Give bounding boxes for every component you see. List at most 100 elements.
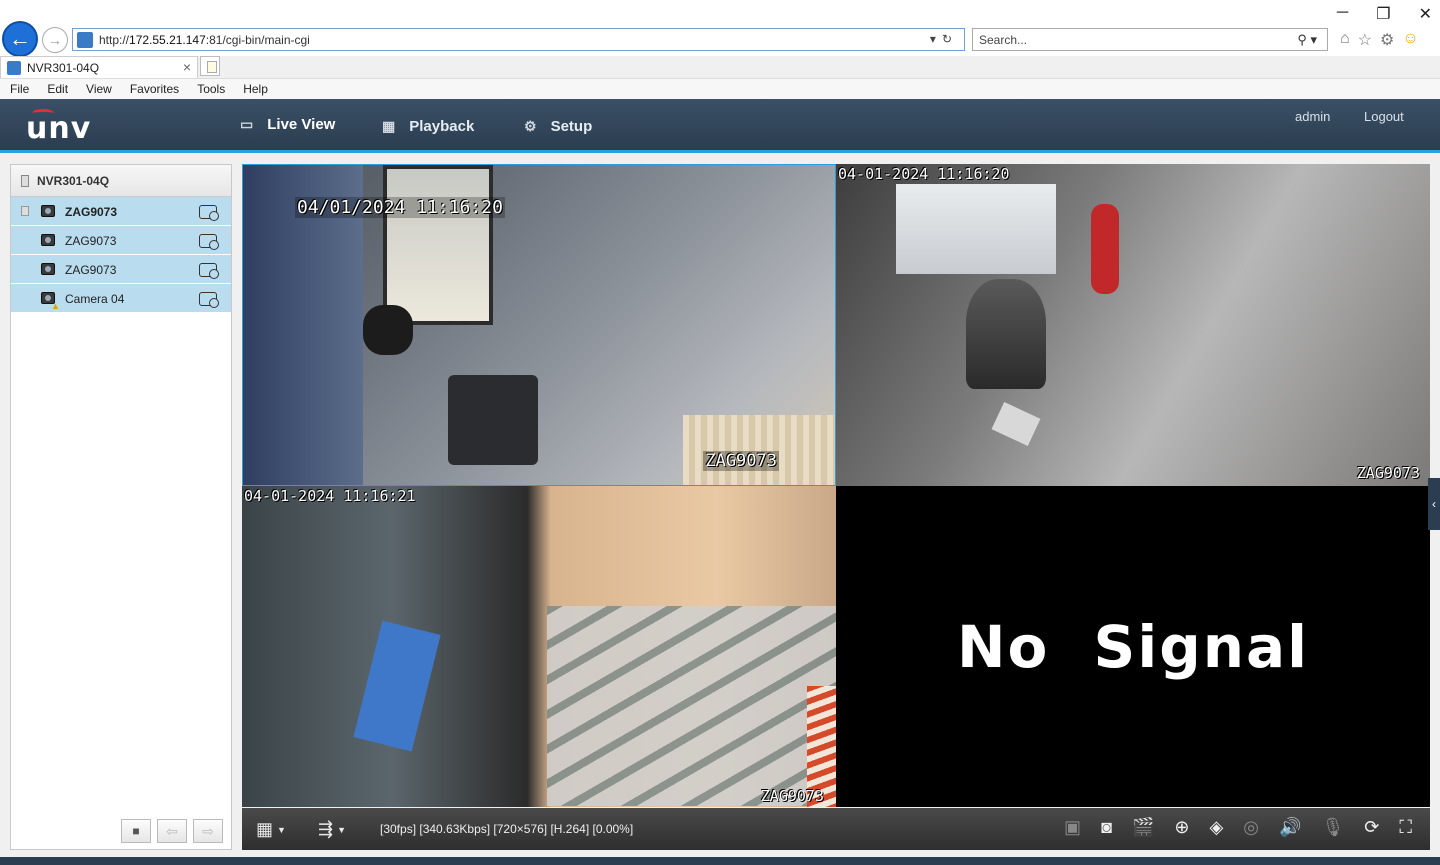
settings-gear-icon[interactable]: ⚙ [1380, 30, 1394, 50]
browser-chrome: ← → http://172.55.21.147:81/cgi-bin/main… [0, 0, 1440, 57]
logout-link[interactable]: Logout [1364, 109, 1404, 124]
pane-camera-name: ZAG9073 [760, 787, 824, 805]
next-button[interactable]: ⇨ [193, 819, 223, 843]
record-icon[interactable] [199, 234, 219, 250]
pane-timestamp: 04/01/2024 11:16:20 [295, 197, 505, 218]
menu-view[interactable]: View [86, 82, 112, 96]
stream-status: [30fps] [340.63Kbps] [720×576] [H.264] [… [380, 822, 634, 836]
menu-edit[interactable]: Edit [47, 82, 68, 96]
url-path: :81/cgi-bin/main-cgi [205, 32, 310, 47]
pane-timestamp: 04-01-2024 11:16:20 [838, 165, 1010, 183]
search-placeholder: Search... [979, 32, 1028, 47]
pane-camera-name: ZAG9073 [1356, 464, 1420, 482]
scene-extinguisher [1091, 204, 1119, 294]
sidebar-controls: ■ ⇦ ⇨ [121, 819, 223, 843]
tab-live-view[interactable]: ▭ Live View [220, 99, 356, 153]
stop-icon: ■ [132, 824, 140, 838]
video-pane-2[interactable]: 04-01-2024 11:16:20 ZAG9073 [836, 164, 1430, 486]
playback-icon: ▦ [382, 117, 396, 134]
window-controls: ─ ❐ ✕ [1337, 4, 1432, 24]
view-tools: ▣ ◙ 🎬 ⊕ ◈ ◎ 🔊 🎙 ⟳ ⛶ [1064, 817, 1412, 838]
back-button[interactable]: ← [2, 21, 38, 57]
scene-poster [353, 620, 441, 752]
restore-icon[interactable]: ❐ [1376, 4, 1390, 24]
address-bar[interactable]: http://172.55.21.147:81/cgi-bin/main-cgi… [72, 28, 965, 51]
device-tree-panel: NVR301-04Q ZAG9073 ZAG9073 ZAG9073 ▲ Cam… [10, 164, 232, 850]
camera-item[interactable]: ZAG9073 [11, 255, 231, 284]
tab-setup[interactable]: ⚙ Setup [504, 99, 612, 153]
no-signal-text: No Signal [956, 612, 1310, 681]
record-icon[interactable] [199, 205, 219, 221]
video-pane-3[interactable]: 04-01-2024 11:16:21 ZAG9073 [242, 486, 836, 807]
expand-icon[interactable] [21, 206, 29, 216]
camera-label: ZAG9073 [65, 263, 117, 277]
stop-all-button[interactable]: ■ [121, 819, 151, 843]
stream-button[interactable]: ⇶ ▼ [318, 819, 346, 840]
menu-tools[interactable]: Tools [197, 82, 225, 96]
tab-close-icon[interactable]: × [183, 59, 191, 75]
browser-toolbar-icons: ⌂ ☆ ⚙ ☺ [1340, 30, 1419, 50]
home-icon[interactable]: ⌂ [1340, 30, 1350, 50]
unv-logo: unv [26, 109, 91, 146]
minimize-icon[interactable]: ─ [1337, 4, 1348, 24]
live-view-grid: 04/01/2024 11:16:20 ZAG9073 04-01-2024 1… [242, 164, 1430, 807]
camera-label: ZAG9073 [65, 205, 118, 219]
browser-tab[interactable]: NVR301-04Q × [0, 56, 198, 78]
scene-helmet [363, 305, 413, 355]
search-icon[interactable]: ⚲ ▾ [1297, 32, 1317, 48]
new-tab-button[interactable] [200, 56, 220, 76]
username: admin [1295, 109, 1331, 124]
arrow-right-icon: ⇨ [202, 822, 214, 839]
video-pane-1[interactable]: 04/01/2024 11:16:20 ZAG9073 [242, 164, 836, 486]
device-tree-root[interactable]: NVR301-04Q [11, 165, 231, 197]
menu-file[interactable]: File [10, 82, 29, 96]
scene-machine [448, 375, 538, 465]
app-header: unv ▭ Live View ▦ Playback ⚙ Setup admin… [0, 99, 1440, 153]
pip-icon[interactable]: ▣ [1064, 817, 1081, 838]
menu-favorites[interactable]: Favorites [130, 82, 179, 96]
chevron-down-icon: ▼ [337, 824, 347, 835]
collapse-panel-handle[interactable]: ‹ [1428, 478, 1440, 530]
tab-playback[interactable]: ▦ Playback [362, 99, 494, 153]
snapshot-icon[interactable]: ◙ [1101, 817, 1112, 838]
camera-item[interactable]: ZAG9073 [11, 226, 231, 255]
bottom-strip [0, 857, 1440, 865]
live-view-toolbar: ▦ ▼ ⇶ ▼ [30fps] [340.63Kbps] [720×576] [H.… [242, 808, 1430, 850]
menu-help[interactable]: Help [243, 82, 268, 96]
url-prefix: http:// [99, 32, 130, 47]
close-window-icon[interactable]: ✕ [1419, 4, 1432, 24]
previous-button[interactable]: ⇦ [157, 819, 187, 843]
record-icon[interactable] [199, 263, 219, 279]
favorites-star-icon[interactable]: ☆ [1358, 30, 1372, 50]
search-input[interactable]: Search... ⚲ ▾ [972, 28, 1328, 51]
forward-button[interactable]: → [42, 27, 68, 53]
ptz-icon[interactable]: ◈ [1209, 817, 1223, 838]
layout-button[interactable]: ▦ ▼ [256, 819, 286, 840]
browser-menubar: File Edit View Favorites Tools Help [0, 78, 1440, 99]
camera-icon [41, 234, 55, 246]
refresh-icon[interactable]: ↻ [942, 32, 958, 46]
ptz-control-icon[interactable]: ◎ [1243, 817, 1259, 838]
camera-label: ZAG9073 [65, 234, 117, 248]
arrow-left-icon: ⇦ [166, 822, 178, 839]
arrow-left-icon: ← [9, 26, 31, 51]
scene-phone [991, 401, 1041, 447]
3d-zoom-icon[interactable]: ⟳ [1364, 817, 1379, 838]
microphone-icon[interactable]: 🎙 [1321, 817, 1344, 838]
video-pane-4[interactable]: No Signal [836, 486, 1430, 807]
monitor-icon: ▭ [240, 116, 254, 132]
url-text: http://172.55.21.147:81/cgi-bin/main-cgi [99, 33, 310, 47]
tab-title: NVR301-04Q [27, 60, 100, 75]
dropdown-icon[interactable]: ▾ [930, 32, 942, 46]
gear-icon: ⚙ [524, 117, 537, 134]
audio-icon[interactable]: 🔊 [1279, 817, 1301, 838]
device-name: NVR301-04Q [37, 173, 110, 188]
smiley-feedback-icon[interactable]: ☺ [1402, 30, 1418, 50]
record-icon[interactable] [199, 292, 219, 308]
record-clip-icon[interactable]: 🎬 [1132, 817, 1154, 838]
camera-item[interactable]: ZAG9073 [11, 197, 231, 226]
camera-item[interactable]: ▲ Camera 04 [11, 284, 231, 313]
digital-zoom-icon[interactable]: ⊕ [1174, 817, 1189, 838]
fullscreen-icon[interactable]: ⛶ [1399, 817, 1412, 838]
grid-layout-icon: ▦ [256, 819, 274, 839]
